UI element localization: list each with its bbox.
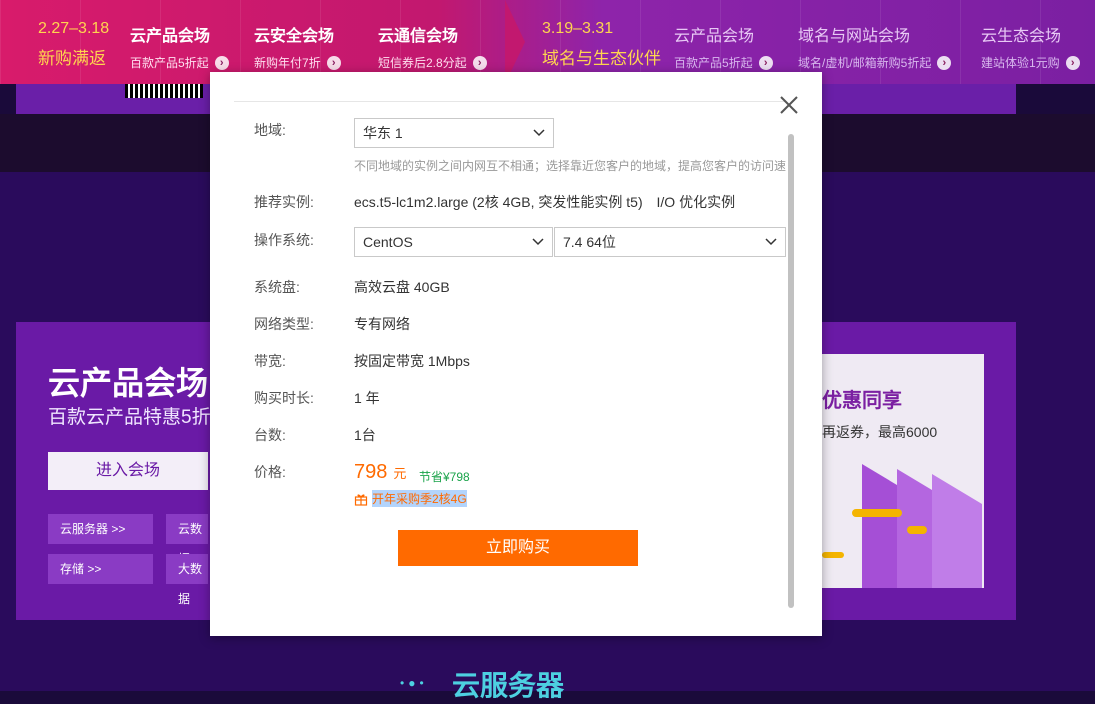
period-1-dates: 2.27–3.18 [38,20,110,37]
period-2: 3.19–3.31 域名与生态伙伴 [542,20,661,69]
os-select-value: CentOS [363,234,413,250]
gift-text: 开年采购季2核4G [372,490,467,507]
nav-item-title: 域名与网站会场 [798,28,911,45]
instance-value: ecs.t5-lc1m2.large (2核 4GB, 突发性能实例 t5) I… [354,192,735,212]
network-label: 网络类型: [254,316,314,332]
nav-item-sub: 域名/虚机/邮箱新购5折起 [798,56,932,70]
nav-item-sub: 百款产品5折起 [674,56,753,70]
category-ecs-button[interactable]: 云服务器 >> [48,514,153,544]
promo-card[interactable]: 优惠同享 再返券，最高6000 [822,354,984,588]
buy-now-button[interactable]: 立即购买 [398,530,638,566]
nav-item-title: 云安全会场 [254,28,335,45]
period-2-dates: 3.19–3.31 [542,20,614,37]
nav-item-ecosystem[interactable]: 云生态会场 建站体验1元购 › [981,22,1080,71]
nav-item-sub: 短信券后2.8分起 [378,56,467,70]
category-database-button[interactable]: 云数据 [166,514,208,566]
period-2-slogan: 域名与生态伙伴 [542,49,661,68]
price-number: 798 [354,461,388,483]
instance-spec: ecs.t5-lc1m2.large (2核 4GB, 突发性能实例 t5) [354,194,643,210]
promo-graphic [822,464,982,588]
period-1-slogan: 新购满返 [38,49,106,68]
category-bigdata-button[interactable]: 大数据 [166,554,208,606]
region-select-value: 华东 1 [363,125,403,141]
chevron-down-icon [532,238,544,246]
disk-value: 高效云盘 40GB [354,279,450,295]
nav-item-product-2[interactable]: 云产品会场 百款产品5折起 › [674,22,773,71]
arrow-right-icon: › [758,55,773,70]
price-label: 价格: [254,464,286,480]
decor-dots: •●• [400,676,428,690]
nav-item-sub: 建站体验1元购 [981,56,1060,70]
nav-item-title: 云通信会场 [378,28,459,45]
banner-subtitle: 百款云产品特惠5折 [48,407,211,428]
price-saved: 节省¥798 [419,470,470,484]
region-select[interactable]: 华东 1 [354,118,554,148]
arrow-right-icon: › [937,55,952,70]
nav-item-sub: 新购年付7折 [254,56,321,70]
nav-item-title: 云产品会场 [130,28,211,45]
purchase-dialog: 地域: 华东 1 不同地域的实例之间内网互不相通；选择靠近您客户的地域，提高您客… [210,72,822,636]
os-label: 操作系统: [254,232,314,248]
region-label: 地域: [254,122,286,138]
nav-item-title: 云产品会场 [674,28,755,45]
price-amount: 798 元 [354,461,406,484]
nav-item-communication[interactable]: 云通信会场 短信券后2.8分起 › [378,22,487,71]
nav-item-sub: 百款产品5折起 [130,56,209,70]
gift-icon [354,493,368,506]
dialog-body: 地域: 华东 1 不同地域的实例之间内网互不相通；选择靠近您客户的地域，提高您客… [210,72,786,636]
banner-title: 云产品会场 [48,365,209,401]
nav-item-product-1[interactable]: 云产品会场 百款产品5折起 › [130,22,229,71]
dialog-scrollbar[interactable] [786,134,796,614]
chevron-down-icon [533,129,545,137]
os-select[interactable]: CentOS [354,227,553,257]
period-1: 2.27–3.18 新购满返 [38,20,109,69]
arrow-right-icon: › [326,55,341,70]
chevron-down-icon [765,238,777,246]
nav-item-security[interactable]: 云安全会场 新购年付7折 › [254,22,341,71]
price-unit: 元 [393,466,407,481]
bandwidth-value: 按固定带宽 1Mbps [354,353,470,369]
region-hint: 不同地域的实例之间内网互不相通；选择靠近您客户的地域，提高您客户的访问速 [354,159,786,173]
gift-promo: 开年采购季2核4G [354,490,467,507]
network-value: 专有网络 [354,316,410,332]
disk-label: 系统盘: [254,279,300,295]
duration-value: 1 年 [354,390,380,406]
category-storage-button[interactable]: 存储 >> [48,554,153,584]
nav-item-domain[interactable]: 域名与网站会场 域名/虚机/邮箱新购5折起 › [798,22,952,71]
arrow-right-icon: › [214,55,229,70]
duration-label: 购买时长: [254,390,314,406]
section-title: 云服务器 [452,670,565,701]
os-version-value: 7.4 64位 [563,234,616,250]
qr-code [125,84,203,98]
instance-label: 推荐实例: [254,194,314,210]
scrollbar-thumb[interactable] [788,134,794,608]
os-version-select[interactable]: 7.4 64位 [554,227,786,257]
nav-item-title: 云生态会场 [981,28,1062,45]
quantity-label: 台数: [254,427,286,443]
arrow-right-icon: › [472,55,487,70]
bandwidth-label: 带宽: [254,353,286,369]
enter-venue-button[interactable]: 进入会场 [48,452,208,490]
instance-io-tag: I/O 优化实例 [656,194,736,210]
quantity-value: 1台 [354,427,376,443]
arrow-right-icon: › [1065,55,1080,70]
